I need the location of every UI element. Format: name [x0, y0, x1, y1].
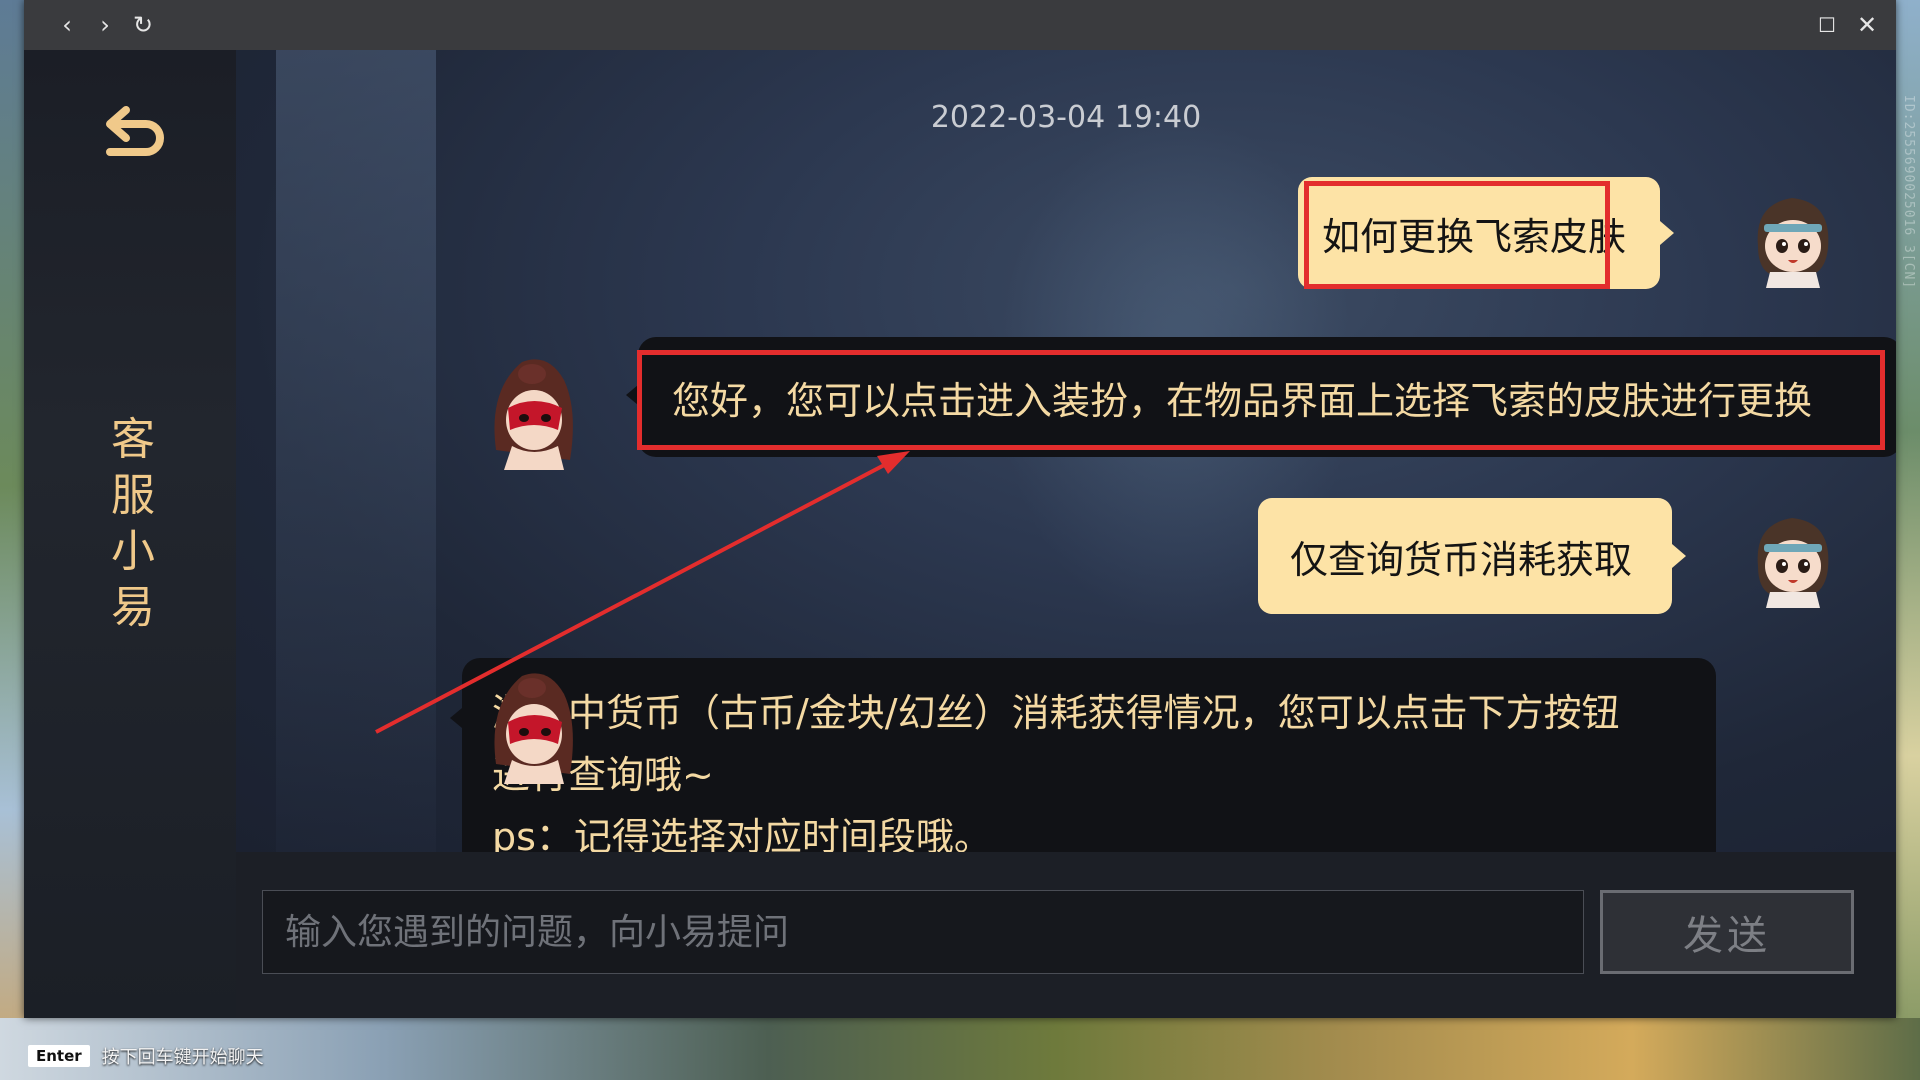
refresh-button[interactable]: ↻	[126, 8, 160, 42]
input-area: 发送	[236, 852, 1896, 1018]
background-pillar	[276, 50, 436, 852]
player-id-watermark: ID:2555690025016 3[CN]	[1901, 95, 1916, 290]
chevron-left-icon: ‹	[62, 11, 72, 39]
close-icon: ✕	[1856, 11, 1878, 39]
agent-avatar	[494, 673, 573, 784]
user-avatar	[1757, 198, 1829, 288]
bot-message-text: 您好，您可以点击进入装扮，在物品界面上选择飞索的皮肤进行更换	[672, 378, 1813, 423]
bot-message-bubble: 您好，您可以点击进入装扮，在物品界面上选择飞索的皮肤进行更换	[626, 337, 1896, 457]
bot-message-body: 游戏中货币（古币/金块/幻丝）消耗获得情况，您可以点击下方按钮 进行查询哦~ p…	[492, 682, 1620, 852]
maximize-button[interactable]: ☐	[1810, 8, 1844, 42]
enter-chat-hint: Enter 按下回车键开始聊天	[28, 1044, 264, 1068]
question-input[interactable]	[262, 890, 1584, 974]
user-message-text: 如何更换飞索皮肤	[1322, 214, 1627, 259]
service-agent-title: 客服小易	[111, 414, 157, 633]
enter-key-badge: Enter	[28, 1045, 90, 1067]
close-button[interactable]: ✕	[1850, 8, 1884, 42]
bot-message-line: ps：记得选择对应时间段哦。	[492, 815, 992, 852]
user-message-text: 仅查询货币消耗获取	[1290, 537, 1633, 582]
refresh-icon: ↻	[132, 11, 154, 39]
undo-arrow-icon[interactable]	[96, 102, 170, 166]
bot-message-bubble: 游戏中货币（古币/金块/幻丝）消耗获得情况，您可以点击下方按钮 进行查询哦~ p…	[450, 658, 1716, 852]
user-message-bubble: 如何更换飞索皮肤	[1298, 177, 1674, 289]
chat-history: 2022-03-04 19:40 如何更换飞索皮肤 您好，您可以点击进入装扮，在…	[236, 50, 1896, 852]
sidebar: 客服小易	[24, 50, 237, 1018]
agent-avatar	[494, 359, 573, 470]
nav-back-button[interactable]: ‹	[50, 8, 84, 42]
chevron-right-icon: ›	[100, 11, 110, 39]
bot-message-line: 游戏中货币（古币/金块/幻丝）消耗获得情况，您可以点击下方按钮	[492, 691, 1620, 735]
enter-hint-text: 按下回车键开始聊天	[101, 1047, 264, 1068]
game-background-left	[0, 0, 24, 1080]
game-background-bottom	[0, 1018, 1920, 1080]
nav-forward-button[interactable]: ›	[88, 8, 122, 42]
maximize-icon: ☐	[1818, 13, 1836, 37]
titlebar: ‹ › ↻ ☐ ✕	[24, 0, 1896, 50]
user-avatar	[1757, 518, 1829, 608]
customer-service-window: ‹ › ↻ ☐ ✕ 客服小易 2022-03-04 19:40 如何更换飞索皮肤	[24, 0, 1896, 1018]
send-button[interactable]: 发送	[1600, 890, 1854, 974]
message-timestamp: 2022-03-04 19:40	[930, 100, 1202, 135]
bot-message-line: 进行查询哦~	[492, 753, 714, 797]
user-message-bubble: 仅查询货币消耗获取	[1258, 498, 1686, 614]
